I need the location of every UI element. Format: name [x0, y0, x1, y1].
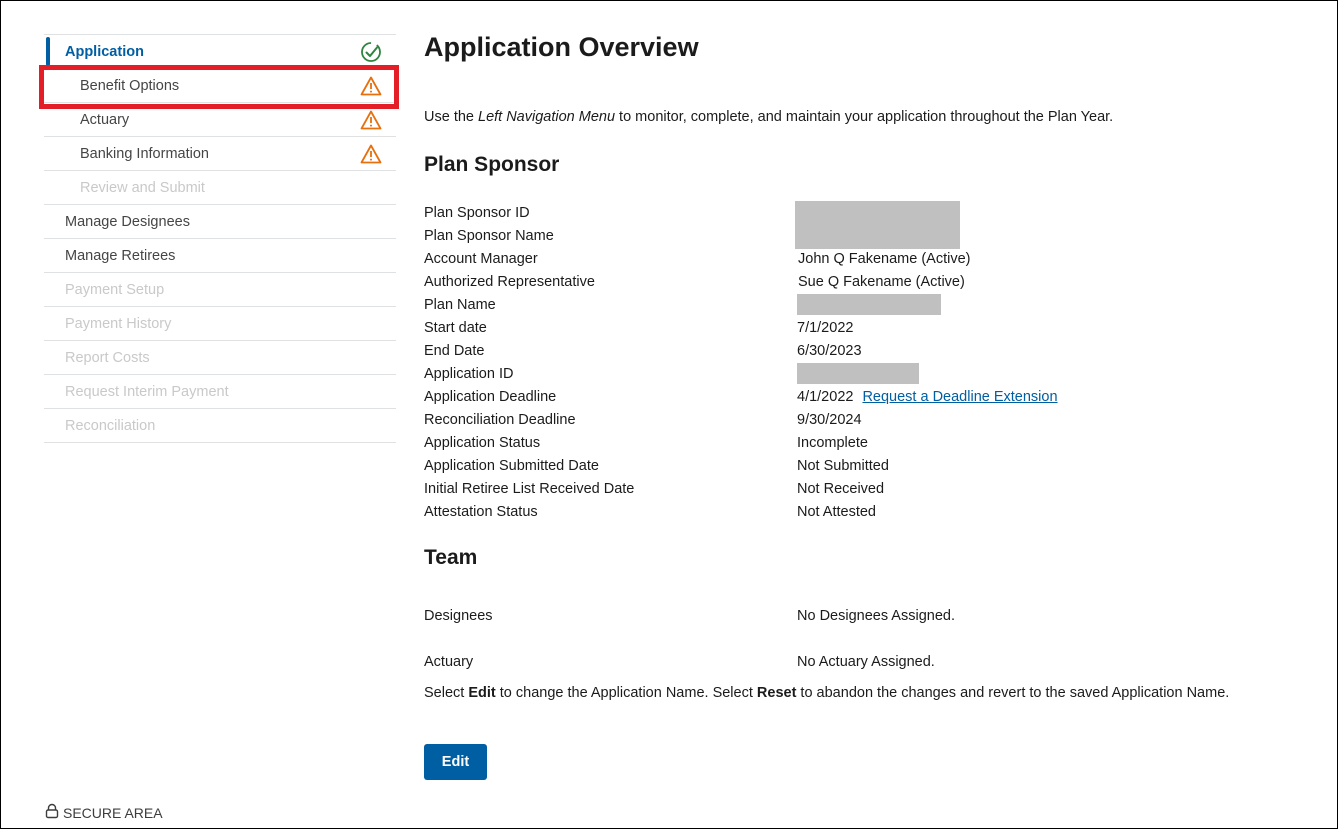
intro-text: Use the Left Navigation Menu to monitor,… [424, 109, 1113, 125]
note-text: to abandon the changes and revert to the… [796, 685, 1230, 701]
team-row-designees: Designees No Designees Assigned. [424, 593, 1304, 639]
team-value: No Designees Assigned. [797, 608, 955, 624]
team-row-actuary: Actuary No Actuary Assigned. [424, 639, 1304, 685]
detail-row-plan-sponsor-name: Plan Sponsor Name [424, 224, 1304, 247]
sidebar-item-label: Benefit Options [80, 77, 180, 94]
warning-icon [360, 75, 382, 97]
redacted-value [797, 363, 919, 384]
sidebar-item-label: Banking Information [80, 145, 209, 162]
left-navigation-menu: Application Benefit Options Actuary Bank… [44, 34, 396, 443]
detail-value: Incomplete [797, 434, 868, 451]
sidebar-item-label: Report Costs [65, 349, 150, 366]
detail-label: Application Status [424, 434, 541, 451]
detail-value: 6/30/2023 [797, 342, 862, 359]
warning-icon [360, 143, 382, 165]
detail-row-plan-sponsor-id: Plan Sponsor ID [424, 201, 1304, 249]
detail-row-application-deadline: Application Deadline 4/1/2022 Request a … [424, 385, 1304, 408]
team-details: Designees No Designees Assigned. Actuary… [424, 593, 1304, 685]
detail-label: Start date [424, 319, 487, 336]
sidebar-item-label: Manage Designees [65, 213, 190, 230]
detail-value: Not Attested [797, 503, 876, 520]
sidebar-item-label: Manage Retirees [65, 247, 176, 264]
team-value: No Actuary Assigned. [797, 654, 935, 670]
detail-row-application-submitted-date: Application Submitted Date Not Submitted [424, 454, 1304, 477]
detail-value: Sue Q Fakename (Active) [798, 273, 965, 290]
edit-button[interactable]: Edit [424, 744, 487, 780]
check-circle-icon [360, 41, 382, 63]
detail-row-reconciliation-deadline: Reconciliation Deadline 9/30/2024 [424, 408, 1304, 431]
sidebar-item-review-and-submit: Review and Submit [44, 171, 396, 205]
detail-value: 7/1/2022 [797, 319, 854, 336]
detail-label: Authorized Representative [424, 273, 595, 290]
intro-text-emphasis: Left Navigation Menu [478, 109, 616, 125]
note-text: Select [424, 685, 469, 701]
detail-row-attestation-status: Attestation Status Not Attested [424, 500, 1304, 523]
request-deadline-extension-link[interactable]: Request a Deadline Extension [862, 389, 1057, 405]
detail-row-plan-name: Plan Name [424, 293, 1304, 316]
application-deadline-date: 4/1/2022 [797, 388, 854, 405]
detail-label: Plan Name [424, 296, 496, 313]
detail-value: John Q Fakename (Active) [798, 250, 971, 267]
team-heading: Team [424, 546, 478, 569]
note-bold: Reset [756, 685, 797, 701]
intro-text-part: to monitor, complete, and maintain your … [615, 109, 1114, 125]
sidebar-item-label: Payment History [65, 315, 172, 332]
detail-value: 4/1/2022 Request a Deadline Extension [797, 389, 1058, 405]
detail-label: Initial Retiree List Received Date [424, 480, 635, 497]
team-label: Actuary [424, 654, 474, 670]
intro-text-part: Use the [424, 109, 478, 125]
sidebar-item-label: Reconciliation [65, 417, 156, 434]
detail-label: Application ID [424, 365, 514, 382]
edit-instructions: Select Edit to change the Application Na… [424, 685, 1229, 701]
sidebar-item-manage-designees[interactable]: Manage Designees [44, 205, 396, 239]
sidebar-item-payment-setup: Payment Setup [44, 273, 396, 307]
lock-icon [44, 803, 60, 822]
detail-label: Plan Sponsor ID [424, 204, 530, 221]
detail-label: Plan Sponsor Name [424, 227, 554, 244]
sidebar-item-label: Payment Setup [65, 281, 165, 298]
warning-icon [360, 109, 382, 131]
detail-label: Reconciliation Deadline [424, 411, 576, 428]
detail-row-application-status: Application Status Incomplete [424, 431, 1304, 454]
sidebar-item-payment-history: Payment History [44, 307, 396, 341]
detail-label: End Date [424, 342, 485, 359]
sidebar-item-label: Application [65, 43, 144, 60]
detail-label: Application Submitted Date [424, 457, 599, 474]
plan-sponsor-heading: Plan Sponsor [424, 153, 560, 176]
sidebar-item-label: Actuary [80, 111, 130, 128]
sidebar-item-benefit-options[interactable]: Benefit Options [44, 69, 396, 103]
detail-value: Not Submitted [797, 457, 889, 474]
detail-label: Attestation Status [424, 503, 538, 520]
page-title: Application Overview [424, 32, 699, 62]
detail-label: Account Manager [424, 250, 538, 267]
main-content: Application Overview Use the Left Naviga… [424, 30, 1304, 780]
detail-row-authorized-representative: Authorized Representative Sue Q Fakename… [424, 270, 1304, 293]
sidebar-item-request-interim-payment: Request Interim Payment [44, 375, 396, 409]
detail-row-start-date: Start date 7/1/2022 [424, 316, 1304, 339]
sidebar-item-label: Review and Submit [80, 179, 205, 196]
sidebar-item-label: Request Interim Payment [65, 383, 229, 400]
note-bold: Edit [468, 685, 496, 701]
plan-sponsor-details: Plan Sponsor ID Plan Sponsor Name Accoun… [424, 201, 1304, 523]
note-text: to change the Application Name. Select [495, 685, 757, 701]
secure-area-indicator: SECURE AREA [44, 803, 163, 822]
redacted-value [797, 294, 941, 315]
detail-row-application-id: Application ID [424, 362, 1304, 385]
detail-value: 9/30/2024 [797, 411, 862, 428]
sidebar-item-banking-information[interactable]: Banking Information [44, 137, 396, 171]
detail-row-initial-retiree-list-received-date: Initial Retiree List Received Date Not R… [424, 477, 1304, 500]
detail-row-account-manager: Account Manager John Q Fakename (Active) [424, 247, 1304, 270]
secure-area-label: SECURE AREA [63, 804, 163, 821]
sidebar-item-actuary[interactable]: Actuary [44, 103, 396, 137]
sidebar-item-report-costs: Report Costs [44, 341, 396, 375]
sidebar-item-application[interactable]: Application [44, 35, 396, 69]
sidebar-item-manage-retirees[interactable]: Manage Retirees [44, 239, 396, 273]
detail-label: Application Deadline [424, 388, 557, 405]
detail-value: Not Received [797, 480, 885, 497]
sidebar-item-reconciliation: Reconciliation [44, 409, 396, 443]
team-label: Designees [424, 608, 493, 624]
detail-row-end-date: End Date 6/30/2023 [424, 339, 1304, 362]
